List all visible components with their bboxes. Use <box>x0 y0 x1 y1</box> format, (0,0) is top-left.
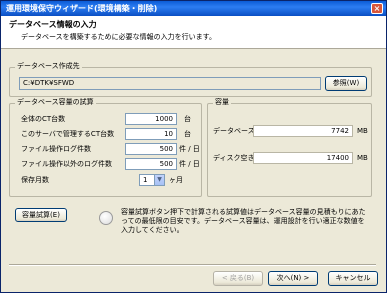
retention-value: 1 <box>143 176 148 184</box>
wizard-header: データベース情報の入力 データベースを構築するために必要な情報の入力を行います。 <box>1 16 386 49</box>
retention-unit: ヶ月 <box>169 176 183 184</box>
other-log-unit: 件 / 日 <box>179 160 200 168</box>
capacity-group <box>207 103 372 197</box>
db-size-value: 7742 <box>253 125 353 137</box>
browse-button[interactable]: 参照(W) <box>325 76 367 91</box>
db-location-group-label: データベース作成先 <box>15 62 82 71</box>
other-log-input[interactable]: 500 <box>125 158 177 170</box>
info-icon <box>99 211 113 225</box>
server-ct-unit: 台 <box>184 130 191 138</box>
footer-divider <box>9 264 376 266</box>
calculate-capacity-button[interactable]: 容量試算(E) <box>15 208 67 222</box>
estimate-group-label: データベース容量の試算 <box>15 98 96 107</box>
wizard-window: 運用環境保守ウィザード(環境構築・削除) × データベース情報の入力 データベー… <box>0 0 387 293</box>
file-log-label: ファイル操作ログ件数 <box>21 145 91 153</box>
file-log-input[interactable]: 500 <box>125 143 177 155</box>
other-log-label: ファイル操作以外のログ件数 <box>21 160 112 168</box>
cancel-button[interactable]: キャンセル <box>328 271 378 286</box>
next-button[interactable]: 次へ(N) > <box>268 271 318 286</box>
window-title: 運用環境保守ウィザード(環境構築・削除) <box>6 4 158 13</box>
total-ct-unit: 台 <box>184 115 191 123</box>
page-description: データベースを構築するために必要な情報の入力を行います。 <box>21 33 216 41</box>
title-bar: 運用環境保守ウィザード(環境構築・削除) × <box>1 1 386 16</box>
calc-info-text: 容量試算ボタン押下で計算される試算値はデータベース容量の見積もりにあたっての最低… <box>121 208 366 234</box>
page-title: データベース情報の入力 <box>9 20 97 29</box>
chevron-down-icon[interactable]: ▼ <box>154 175 164 185</box>
free-space-unit: MB <box>357 154 368 162</box>
free-space-value: 17400 <box>253 152 353 164</box>
capacity-group-label: 容量 <box>213 98 231 107</box>
server-ct-input[interactable]: 10 <box>125 128 177 140</box>
retention-label: 保存月数 <box>21 176 49 184</box>
close-icon[interactable]: × <box>371 3 383 14</box>
file-log-unit: 件 / 日 <box>179 145 200 153</box>
back-button[interactable]: < 戻る(B) <box>213 271 263 286</box>
total-ct-label: 全体のCT台数 <box>21 115 66 123</box>
total-ct-input[interactable]: 1000 <box>125 113 177 125</box>
retention-select[interactable]: 1 ▼ <box>139 174 165 186</box>
db-size-unit: MB <box>357 127 368 135</box>
db-path-field[interactable]: C:¥DTK¥SFWD <box>19 77 321 90</box>
server-ct-label: このサーバで管理するCT台数 <box>21 130 115 138</box>
